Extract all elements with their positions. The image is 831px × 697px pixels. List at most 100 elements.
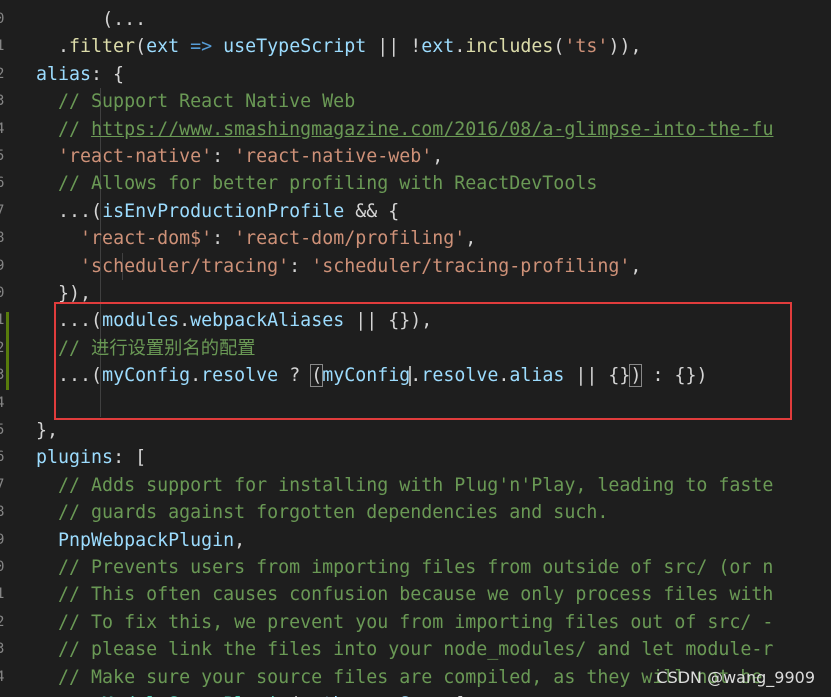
code-line[interactable]: 'react-native': 'react-native-web', xyxy=(14,143,443,170)
code-token: => xyxy=(179,36,224,58)
code-line[interactable]: // Support React Native Web xyxy=(14,88,355,115)
code-string: 'ts' xyxy=(564,36,609,58)
code-line[interactable]: ...(isEnvProductionProfile && { xyxy=(14,198,399,225)
line-number: 3 xyxy=(0,641,5,658)
line-number: 8 xyxy=(0,230,5,247)
code-token: ( xyxy=(102,9,114,30)
code-token: includes xyxy=(465,36,554,58)
code-line[interactable]: // please link the files into your node_… xyxy=(14,636,773,663)
code-token: : xyxy=(212,228,235,250)
code-line[interactable]: plugins: [ xyxy=(14,444,146,471)
code-comment: // xyxy=(58,118,92,140)
code-string: 'react-native-web' xyxy=(234,146,433,167)
line-number: 9 xyxy=(0,257,5,274)
line-number: 0 xyxy=(0,285,5,301)
line-number: 4 xyxy=(0,120,5,137)
code-token: : xyxy=(289,255,312,277)
code-token: , xyxy=(630,255,642,277)
code-line[interactable]: // Prevents users from importing files f… xyxy=(14,554,773,581)
code-line[interactable]: new ModuleScopePlugin(paths.appSrc, [ xyxy=(14,691,465,697)
line-number: 1 xyxy=(0,38,5,55)
code-token: && { xyxy=(344,200,400,222)
line-number: 0 xyxy=(0,559,5,575)
code-line[interactable]: // Make sure your source files are compi… xyxy=(14,664,762,691)
line-number: 4 xyxy=(0,668,5,685)
code-line[interactable]: // Allows for better profiling with Reac… xyxy=(14,170,597,197)
code-token: . xyxy=(14,36,70,58)
line-number: 7 xyxy=(0,476,5,493)
line-number: 2 xyxy=(0,613,5,630)
code-comment: // To fix this, we prevent you from impo… xyxy=(58,611,774,633)
code-string: 'scheduler/tracing-profiling' xyxy=(311,255,631,277)
code-token: ext xyxy=(421,36,455,58)
line-number: 1 xyxy=(0,586,5,603)
annotation-highlight-box xyxy=(54,302,792,420)
line-number: 7 xyxy=(0,202,5,219)
code-token: : xyxy=(212,146,235,167)
code-token: )), xyxy=(608,36,642,58)
code-line[interactable]: // Adds support for installing with Plug… xyxy=(14,472,773,499)
code-comment: // Adds support for installing with Plug… xyxy=(58,474,774,496)
code-token: : [ xyxy=(113,447,147,469)
code-line[interactable]: (... xyxy=(14,6,146,33)
code-comment: // please link the files into your node_… xyxy=(58,639,774,661)
code-token: ( xyxy=(553,36,565,58)
code-line[interactable]: }, xyxy=(14,417,58,444)
code-token: ... xyxy=(113,9,147,30)
code-token: https://www.smashingmagazine.com/2016/08… xyxy=(91,118,774,140)
code-token: isEnvProductionProfile xyxy=(102,200,345,222)
code-token: PnpWebpackPlugin xyxy=(58,529,235,551)
code-token: . xyxy=(454,36,466,58)
line-number: 8 xyxy=(0,504,5,521)
code-comment: // guards against forgotten dependencies… xyxy=(58,502,609,524)
line-number: 4 xyxy=(0,394,5,411)
code-token: , xyxy=(432,146,444,167)
watermark: CSDN @wang_9909 xyxy=(656,668,815,687)
line-number: 2 xyxy=(0,65,5,82)
code-line[interactable]: .filter(ext => useTypeScript || !ext.inc… xyxy=(14,33,641,60)
code-token: , xyxy=(234,529,246,551)
code-line[interactable]: alias: { xyxy=(14,61,124,88)
code-token: alias xyxy=(36,63,92,85)
code-comment: // Prevents users from importing files f… xyxy=(58,557,774,578)
line-number: 9 xyxy=(0,531,5,548)
code-token: }, xyxy=(14,420,59,441)
code-line[interactable]: // https://www.smashingmagazine.com/2016… xyxy=(14,116,773,143)
code-string: 'react-native' xyxy=(58,146,213,167)
code-editor[interactable]: 01234567890123456789012345 (... .filter(… xyxy=(0,0,831,697)
git-change-indicator xyxy=(6,312,9,390)
code-string: 'scheduler/tracing' xyxy=(80,255,290,277)
line-number: 0 xyxy=(0,11,5,27)
code-token: plugins xyxy=(36,447,114,469)
code-token: ext xyxy=(146,36,180,58)
code-comment: // Allows for better profiling with Reac… xyxy=(58,173,598,195)
line-number: 5 xyxy=(0,148,5,164)
code-token: ...( xyxy=(14,200,103,222)
code-line[interactable]: PnpWebpackPlugin, xyxy=(14,527,245,554)
line-number: 5 xyxy=(0,691,8,697)
code-token: ( xyxy=(135,36,147,58)
code-line[interactable]: 'scheduler/tracing': 'scheduler/tracing-… xyxy=(14,253,641,280)
code-line[interactable]: // To fix this, we prevent you from impo… xyxy=(14,609,773,636)
code-line[interactable]: // This often causes confusion because w… xyxy=(14,581,773,608)
line-number: 6 xyxy=(0,449,5,466)
code-line[interactable]: // guards against forgotten dependencies… xyxy=(14,499,608,526)
code-string: 'react-dom$' xyxy=(80,228,213,250)
code-token: || ! xyxy=(366,36,422,58)
code-comment: // Support React Native Web xyxy=(58,91,356,113)
line-number: 3 xyxy=(0,93,5,110)
code-line[interactable]: 'react-dom$': 'react-dom/profiling', xyxy=(14,225,476,252)
